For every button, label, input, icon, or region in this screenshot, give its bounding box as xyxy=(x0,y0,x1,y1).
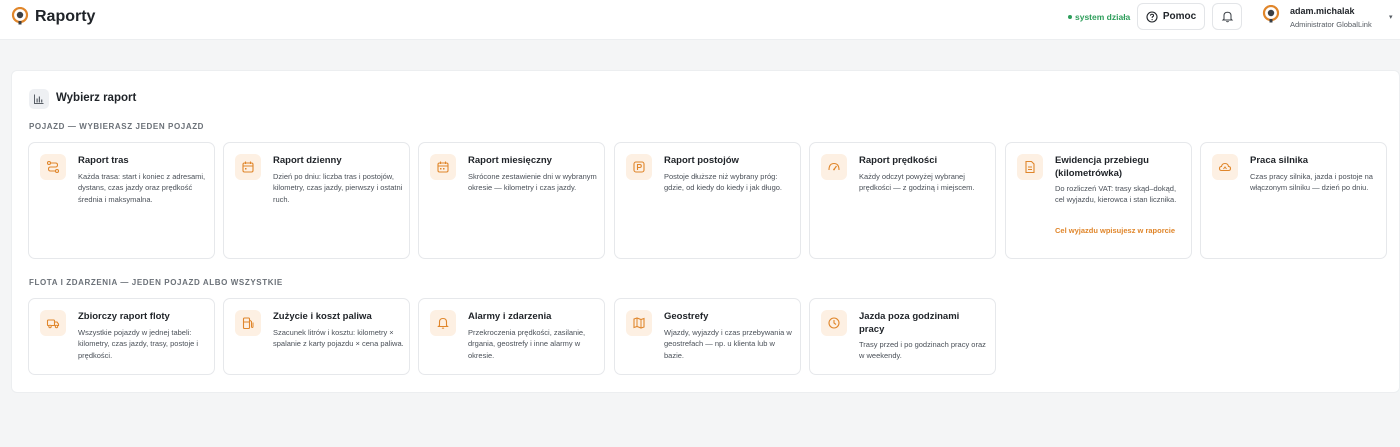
question-icon xyxy=(1146,10,1158,23)
status-dot-icon xyxy=(1068,15,1072,19)
bell-icon xyxy=(1221,11,1233,23)
card-title: Raport postojów xyxy=(664,155,739,166)
card-title: Alarmy i zdarzenia xyxy=(468,311,552,322)
calendar-icon xyxy=(430,154,456,180)
section-label-vehicle: POJAZD — WYBIERASZ JEDEN POJAZD xyxy=(29,122,205,131)
fuel-icon xyxy=(235,310,261,336)
system-status: system działa xyxy=(1068,12,1130,22)
card-description: Każdy odczyt powyżej wybranej prędkości … xyxy=(859,172,975,193)
route-icon xyxy=(40,154,66,180)
clock-icon xyxy=(821,310,847,336)
report-card-geofences[interactable]: Geostrefy Wjazdy, wyjazdy i czas przebyw… xyxy=(614,298,801,375)
card-title: Zużycie i koszt paliwa xyxy=(273,311,372,322)
app-logo-icon xyxy=(11,7,29,25)
report-card-daily[interactable]: Raport dzienny Dzień po dniu: liczba tra… xyxy=(223,142,410,259)
card-description: Szacunek litrów i kosztu: kilometry × sp… xyxy=(273,328,404,349)
card-description: Każda trasa: start i koniec z adresami, … xyxy=(78,172,206,204)
notifications-button[interactable] xyxy=(1212,3,1242,30)
calendar-icon xyxy=(235,154,261,180)
card-description: Wjazdy, wyjazdy i czas przebywania w geo… xyxy=(664,328,792,360)
bar-chart-icon xyxy=(29,89,49,109)
report-card-mileage-log[interactable]: Ewidencja przebiegu (kilometrówka) Do ro… xyxy=(1005,142,1192,259)
card-title: Ewidencja przebiegu (kilometrówka) xyxy=(1055,155,1149,179)
card-description: Dzień po dniu: liczba tras i postojów, k… xyxy=(273,172,403,204)
engine-icon xyxy=(1212,154,1238,180)
help-label: Pomoc xyxy=(1162,11,1197,22)
report-card-fuel[interactable]: Zużycie i koszt paliwa Szacunek litrów i… xyxy=(223,298,410,375)
report-card-engine-work[interactable]: Praca silnika Czas pracy silnika, jazda … xyxy=(1200,142,1387,259)
card-note: Cel wyjazdu wpisujesz w raporcie xyxy=(1055,226,1176,235)
bell-icon xyxy=(430,310,456,336)
panel-title: Wybierz raport xyxy=(56,92,137,104)
card-title: Geostrefy xyxy=(664,311,709,322)
card-title: Raport dzienny xyxy=(273,155,342,166)
report-card-stops[interactable]: Raport postojów Postoje dłuższe niż wybr… xyxy=(614,142,801,259)
report-card-fleet-summary[interactable]: Zbiorczy raport floty Wszystkie pojazdy … xyxy=(28,298,215,375)
user-name[interactable]: adam.michalak xyxy=(1290,6,1355,16)
card-description: Czas pracy silnika, jazda i postoje na w… xyxy=(1250,172,1373,193)
document-icon xyxy=(1017,154,1043,180)
card-description: Przekroczenia prędkości, zasilanie, drga… xyxy=(468,328,586,360)
user-avatar[interactable] xyxy=(1262,5,1280,23)
user-role: Administrator GlobalLink xyxy=(1290,20,1372,29)
report-card-after-hours[interactable]: Jazda poza godzinami pracy Trasy przed i… xyxy=(809,298,996,375)
card-description: Postoje dłuższe niż wybrany próg: gdzie,… xyxy=(664,172,782,193)
card-title: Raport tras xyxy=(78,155,129,166)
card-title: Raport prędkości xyxy=(859,155,938,166)
page-title: Raporty xyxy=(35,8,96,25)
speedometer-icon xyxy=(821,154,847,180)
parking-icon xyxy=(626,154,652,180)
top-bar: Raporty system działa Pomoc adam.michala… xyxy=(0,0,1400,40)
user-menu-caret-icon[interactable]: ▾ xyxy=(1389,13,1393,21)
help-button[interactable]: Pomoc xyxy=(1137,3,1205,30)
report-card-alarms[interactable]: Alarmy i zdarzenia Przekroczenia prędkoś… xyxy=(418,298,605,375)
geofence-icon xyxy=(626,310,652,336)
card-title: Zbiorczy raport floty xyxy=(78,311,170,322)
report-card-routes[interactable]: Raport tras Każda trasa: start i koniec … xyxy=(28,142,215,259)
report-card-speed[interactable]: Raport prędkości Każdy odczyt powyżej wy… xyxy=(809,142,996,259)
card-description: Wszystkie pojazdy w jednej tabeli: kilom… xyxy=(78,328,199,360)
card-title: Praca silnika xyxy=(1250,155,1309,166)
card-title: Raport miesięczny xyxy=(468,155,552,166)
card-description: Skrócone zestawienie dni w wybranym okre… xyxy=(468,172,597,193)
card-description: Do rozliczeń VAT: trasy skąd–dokąd, cel … xyxy=(1055,184,1177,205)
card-description: Trasy przed i po godzinach pracy oraz w … xyxy=(859,340,986,361)
card-title: Jazda poza godzinami pracy xyxy=(859,311,960,335)
truck-icon xyxy=(40,310,66,336)
section-label-fleet: FLOTA I ZDARZENIA — JEDEN POJAZD ALBO WS… xyxy=(29,278,283,287)
report-picker-panel: Wybierz raport POJAZD — WYBIERASZ JEDEN … xyxy=(11,70,1400,393)
status-text: system działa xyxy=(1075,12,1131,22)
report-card-monthly[interactable]: Raport miesięczny Skrócone zestawienie d… xyxy=(418,142,605,259)
